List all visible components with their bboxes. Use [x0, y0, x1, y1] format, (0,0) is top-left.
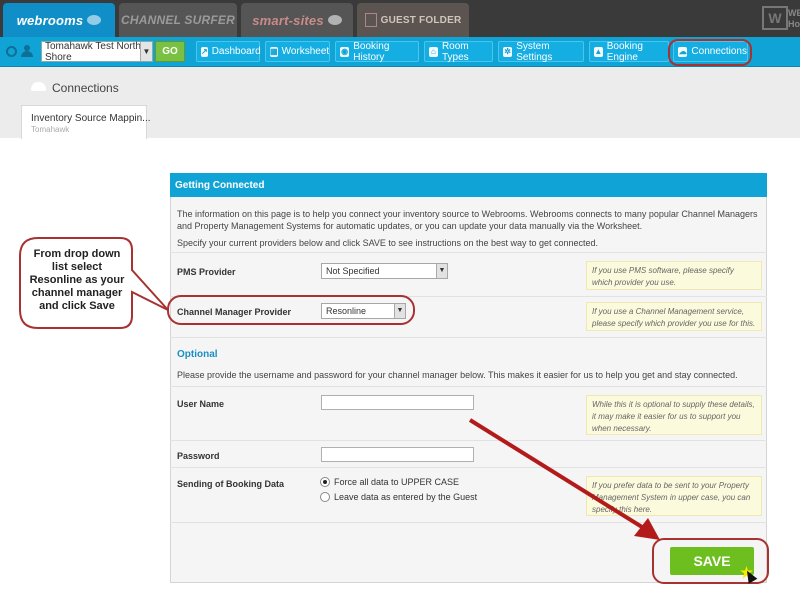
property-select[interactable]: Tomahawk Test North Shore ▼ [41, 40, 153, 63]
tab-guest-folder[interactable]: GUEST FOLDER [357, 3, 469, 37]
book-icon [364, 13, 377, 27]
globe-icon: ◉ [340, 46, 350, 57]
gear-icon: ✲ [503, 46, 513, 57]
go-button[interactable]: GO [155, 41, 185, 62]
corner-brand-text: WEL Hospi [788, 8, 800, 29]
divider [170, 252, 767, 253]
webrooms-logo-icon [87, 15, 102, 25]
brand-bar: webrooms CHANNEL SURFER smart-sites GUES… [0, 0, 800, 37]
pms-provider-label: PMS Provider [177, 267, 236, 277]
intro-text: The information on this page is to help … [177, 209, 758, 231]
sending-hint: If you prefer data to be sent to your Pr… [586, 476, 762, 516]
nav-worksheet[interactable]: ▦ Worksheet [265, 41, 330, 62]
cloud-icon [31, 82, 46, 91]
channel-manager-hint: If you use a Channel Management service,… [586, 302, 762, 331]
optional-text: Please provide the username and password… [177, 370, 738, 380]
home-icon: ⌂ [429, 46, 438, 57]
pms-provider-value: Not Specified [326, 266, 380, 276]
divider [170, 522, 767, 523]
nav-booking-history[interactable]: ◉ Booking History [335, 40, 419, 63]
password-input[interactable] [321, 447, 474, 462]
channel-manager-highlight [167, 295, 415, 325]
username-label: User Name [177, 399, 225, 409]
tab-webrooms[interactable]: webrooms [3, 3, 115, 37]
radio-upper-case-label: Force all data to UPPER CASE [334, 477, 460, 487]
nav-system-settings[interactable]: ✲ System Settings [498, 40, 584, 63]
tab-channel-surfer[interactable]: CHANNEL SURFER [119, 3, 237, 37]
smart-sites-logo-icon [327, 15, 342, 25]
radio-leave-data[interactable] [320, 492, 330, 502]
username-input[interactable] [321, 395, 474, 410]
optional-heading: Optional [177, 349, 218, 360]
nav-worksheet-label: Worksheet [281, 46, 330, 57]
webrooms-label: webrooms [16, 12, 84, 28]
refresh-icon[interactable] [6, 46, 17, 57]
guest-folder-label: GUEST FOLDER [380, 14, 462, 26]
callout-text: From drop down list select Resonline as … [29, 248, 125, 312]
nav-booking-engine-label: Booking Engine [606, 40, 643, 63]
nav-dashboard-label: Dashboard [211, 46, 261, 57]
property-select-value: Tomahawk Test North Shore [45, 40, 141, 63]
divider [170, 386, 767, 387]
user-icon[interactable] [21, 45, 33, 58]
subtab-title: Inventory Source Mappin... [31, 113, 151, 124]
channel-surfer-label: CHANNEL SURFER [121, 13, 235, 27]
smart-sites-label: smart-sites [252, 12, 324, 28]
tab-smart-sites[interactable]: smart-sites [241, 3, 353, 37]
radio-leave-data-label: Leave data as entered by the Guest [334, 492, 478, 502]
subtab-subtitle: Tomahawk [31, 125, 70, 134]
building-icon: ▲ [594, 46, 603, 57]
intro-text-2: Specify your current providers below and… [177, 238, 599, 248]
username-hint: While this it is optional to supply thes… [586, 395, 762, 435]
nav-booking-history-label: Booking History [353, 40, 390, 63]
chart-icon: ↗ [201, 46, 208, 57]
pms-hint: If you use PMS software, please specify … [586, 261, 762, 290]
connections-highlight [668, 39, 752, 66]
tab-inventory-source-mapping[interactable]: Inventory Source Mappin... Tomahawk [21, 105, 151, 139]
page-title: Connections [52, 81, 119, 95]
nav-room-types[interactable]: ⌂ Room Types [424, 40, 493, 63]
divider [170, 337, 767, 338]
sending-label: Sending of Booking Data [177, 479, 284, 489]
nav-dashboard[interactable]: ↗ Dashboard [196, 41, 261, 62]
grid-icon: ▦ [270, 46, 278, 57]
panel-heading: Getting Connected [170, 173, 767, 197]
password-label: Password [177, 451, 220, 461]
corner-logo-icon: W [762, 6, 788, 30]
pms-provider-select[interactable]: Not Specified ▼ [321, 263, 448, 279]
nav-room-types-label: Room Types [441, 40, 469, 63]
chevron-down-icon: ▼ [140, 42, 152, 61]
nav-system-settings-label: System Settings [516, 40, 553, 63]
chevron-down-icon: ▼ [436, 264, 447, 278]
divider [170, 467, 767, 468]
radio-upper-case[interactable] [320, 477, 330, 487]
nav-booking-engine[interactable]: ▲ Booking Engine [589, 40, 669, 63]
divider [170, 440, 767, 441]
